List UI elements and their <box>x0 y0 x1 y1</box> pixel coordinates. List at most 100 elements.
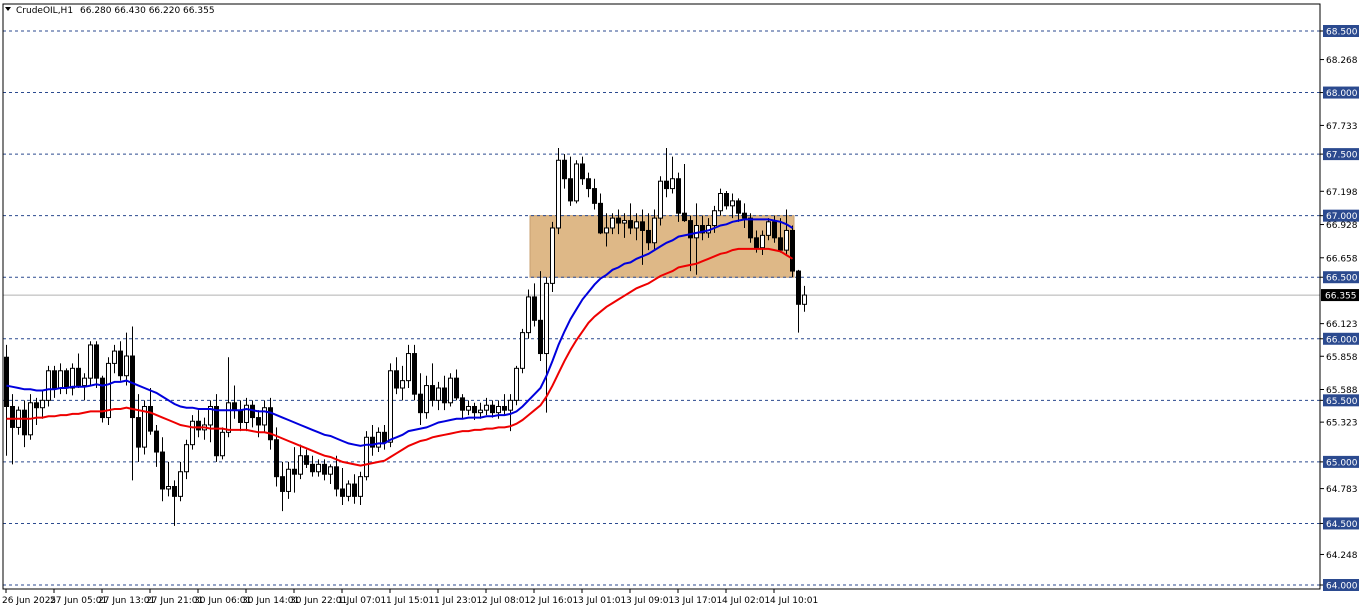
candle-body <box>490 404 495 414</box>
candle-body <box>664 180 669 190</box>
x-tick-label: 1 Jul 07:01 <box>338 596 386 606</box>
y-tick-label: 65.323 <box>1326 419 1358 429</box>
candle-body <box>382 431 387 443</box>
candle-body <box>778 237 783 251</box>
candle-body <box>508 399 513 411</box>
candle-body <box>184 444 189 473</box>
candle-body <box>196 420 201 431</box>
x-tick-label: 3 Jul 01:01 <box>578 596 626 606</box>
candle-body <box>742 212 747 219</box>
candle-body <box>334 466 339 490</box>
candle-body <box>262 407 267 426</box>
x-tick-label: 4 Jul 10:01 <box>770 596 818 606</box>
candle-body <box>712 210 717 227</box>
candle-body <box>298 455 303 475</box>
candle-body <box>226 402 231 433</box>
x-tick-label: 26 Jun 2025 <box>2 596 56 606</box>
candle-body <box>676 178 681 214</box>
candle-body <box>310 463 315 473</box>
candle-body <box>220 431 225 457</box>
candle-body <box>94 344 99 379</box>
candle-body <box>232 402 237 411</box>
candle-body <box>256 417 261 426</box>
candle-body <box>436 387 441 401</box>
candle-body <box>736 200 741 214</box>
candle-body <box>418 393 423 414</box>
candle-body <box>292 468 297 475</box>
candle-body <box>604 227 609 234</box>
candle-body <box>550 227 555 284</box>
price-chart[interactable]: 68.50068.26868.00067.73367.50067.19867.0… <box>0 0 1362 611</box>
candle-body <box>472 405 477 414</box>
candle-body <box>154 430 159 453</box>
candle-body <box>796 270 801 305</box>
candle-body <box>682 212 687 222</box>
candle-body <box>724 193 729 207</box>
candle-body <box>574 163 579 202</box>
candle-body <box>598 202 603 234</box>
candle-body <box>364 436 369 478</box>
candle-body <box>52 370 57 389</box>
candle-body <box>82 377 87 387</box>
candle-body <box>406 353 411 382</box>
candle-body <box>178 471 183 497</box>
y-tick-label: 67.733 <box>1326 122 1358 132</box>
ohlc-readout: 66.280 66.430 66.220 66.355 <box>80 6 215 16</box>
y-tick-label: 64.000 <box>1326 582 1358 592</box>
candle-body <box>304 455 309 465</box>
candle-body <box>22 409 27 436</box>
candle-body <box>616 217 621 224</box>
x-tick-label: 3 Jul 09:01 <box>626 596 674 606</box>
y-tick-label: 64.783 <box>1326 485 1358 495</box>
candle-body <box>352 483 357 497</box>
y-tick-label: 68.268 <box>1326 56 1358 66</box>
x-tick-label: 2 Jul 08:01 <box>482 596 530 606</box>
candle-body <box>160 451 165 490</box>
candle-body <box>316 463 321 473</box>
candle-body <box>580 163 585 180</box>
candle-body <box>460 397 465 411</box>
x-tick-label: 4 Jul 02:01 <box>722 596 770 606</box>
candle-body <box>238 409 243 423</box>
candle-body <box>394 370 399 389</box>
candle-body <box>454 377 459 399</box>
candle-body <box>346 483 351 497</box>
candle-body <box>556 159 561 229</box>
candle-body <box>658 180 663 219</box>
candle-body <box>376 431 381 448</box>
symbol-label: CrudeOIL,H1 <box>16 6 73 16</box>
y-tick-label: 64.248 <box>1326 551 1358 561</box>
y-tick-label: 68.000 <box>1326 89 1358 99</box>
candle-body <box>772 221 777 239</box>
candle-body <box>610 217 615 229</box>
y-tick-label: 67.198 <box>1326 188 1358 198</box>
candle-body <box>40 399 45 409</box>
candle-body <box>286 468 291 492</box>
candle-body <box>190 420 195 446</box>
candle-body <box>670 178 675 190</box>
y-tick-label: 64.500 <box>1326 520 1358 530</box>
candle-body <box>466 405 471 411</box>
y-tick-label: 67.500 <box>1326 151 1358 161</box>
candle-body <box>280 476 285 492</box>
candle-body <box>148 405 153 432</box>
candle-body <box>244 404 249 423</box>
candle-body <box>526 296 531 334</box>
candle-body <box>628 220 633 229</box>
candle-body <box>652 217 657 244</box>
candle-body <box>214 405 219 457</box>
candle-body <box>88 344 93 379</box>
candle-body <box>634 221 639 229</box>
candle-body <box>754 237 759 249</box>
x-tick-label: 1 Jul 15:01 <box>386 596 434 606</box>
y-tick-label: 66.123 <box>1326 320 1358 330</box>
candle-body <box>388 370 393 443</box>
candle-body <box>10 405 15 428</box>
y-tick-label: 65.000 <box>1326 458 1358 468</box>
candle-body <box>328 466 333 475</box>
y-tick-label: 66.500 <box>1326 274 1358 284</box>
chart-background <box>0 0 1362 611</box>
candle-body <box>484 404 489 411</box>
candle-body <box>76 367 81 387</box>
candle-body <box>358 476 363 497</box>
